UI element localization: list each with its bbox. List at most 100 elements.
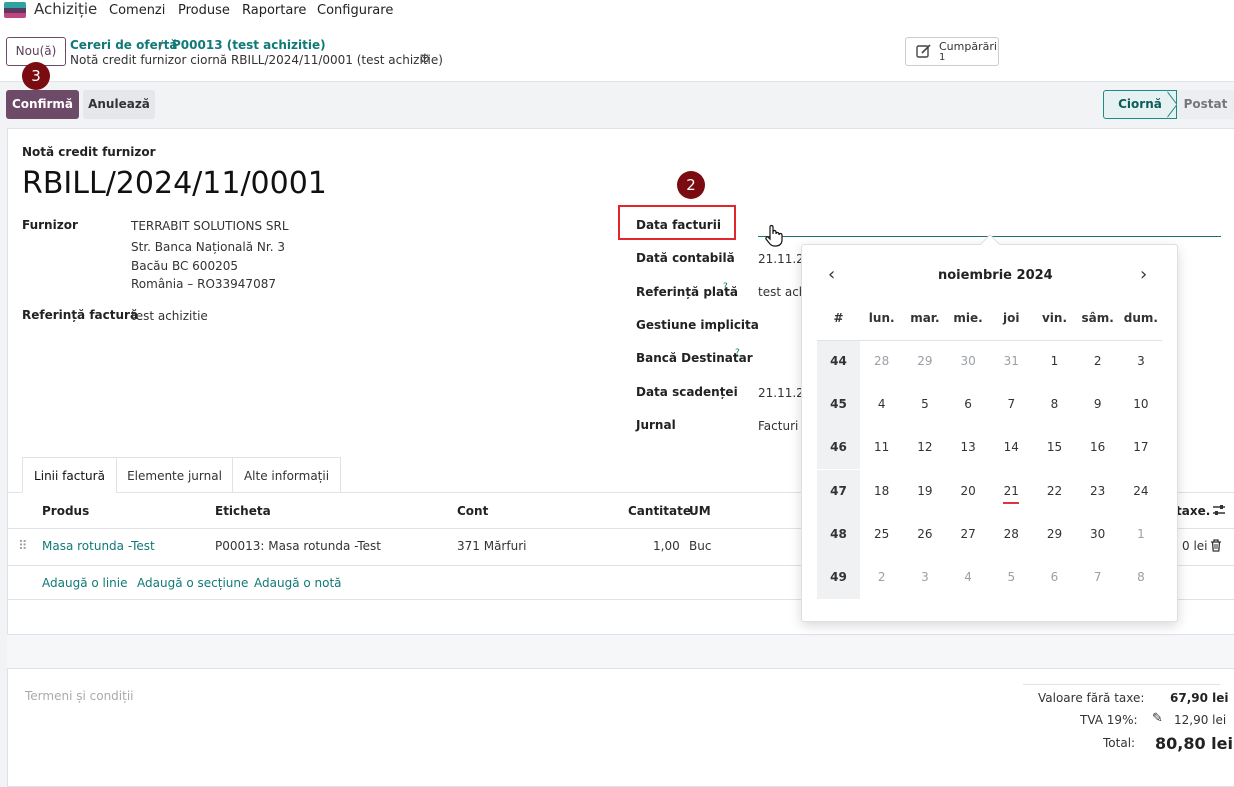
calendar-day[interactable]: 29 — [1033, 513, 1076, 556]
calendar-day[interactable]: 26 — [903, 513, 946, 556]
breadcrumb-order[interactable]: P00013 (test achizitie) — [172, 38, 326, 52]
calendar-day[interactable]: 11 — [860, 426, 903, 469]
datepicker-week-row: 44 28 29 30 31 1 2 3 — [817, 340, 1162, 383]
calendar-day[interactable]: 6 — [947, 383, 990, 426]
line-product[interactable]: Masa rotunda -Test — [42, 539, 155, 553]
confirm-button[interactable]: Confirmă — [6, 90, 79, 119]
calendar-day[interactable]: 9 — [1076, 383, 1119, 426]
calendar-day[interactable]: 5 — [990, 556, 1033, 599]
calendar-day[interactable]: 6 — [1033, 556, 1076, 599]
journal-label: Jurnal — [636, 418, 676, 432]
calendar-day[interactable]: 29 — [903, 340, 946, 383]
default-stock-label: Gestiune implicita — [636, 318, 759, 332]
calendar-day[interactable]: 17 — [1119, 426, 1162, 469]
today-marker — [1003, 502, 1019, 504]
vendor-name[interactable]: TERRABIT SOLUTIONS SRL — [131, 219, 289, 233]
datepicker-month[interactable]: noiembrie 2024 — [938, 268, 1053, 283]
purchases-count: 1 — [939, 52, 946, 63]
menu-produse[interactable]: Produse — [178, 3, 230, 18]
col-header-account[interactable]: Cont — [457, 504, 488, 518]
calendar-day[interactable]: 27 — [947, 513, 990, 556]
journal-value[interactable]: Facturi f — [758, 419, 806, 433]
line-account[interactable]: 371 Mărfuri — [457, 539, 526, 553]
calendar-day[interactable]: 30 — [947, 340, 990, 383]
cancel-button[interactable]: Anulează — [83, 90, 155, 119]
column-settings-icon[interactable] — [1212, 503, 1226, 517]
week-number: 47 — [817, 469, 860, 513]
calendar-day[interactable]: 3 — [903, 556, 946, 599]
invoice-ref-value[interactable]: test achizitie — [131, 309, 208, 323]
app-logo-icon[interactable] — [4, 2, 26, 18]
weekday-header: vin. — [1041, 311, 1068, 325]
menu-configurare[interactable]: Configurare — [317, 3, 393, 18]
trash-icon[interactable] — [1210, 539, 1222, 552]
app-name[interactable]: Achiziție — [34, 0, 97, 18]
chevron-right-icon[interactable]: › — [1140, 264, 1147, 285]
line-quantity[interactable]: 1,00 — [653, 539, 680, 553]
terms-conditions-field[interactable]: Termeni și condiții — [25, 689, 134, 703]
menu-raportare[interactable]: Raportare — [242, 3, 306, 18]
gear-icon[interactable]: ⚙ — [419, 52, 431, 67]
col-header-quantity[interactable]: Cantitate — [628, 504, 691, 518]
calendar-day[interactable]: 19 — [903, 470, 946, 513]
calendar-day[interactable]: 30 — [1076, 513, 1119, 556]
chevron-left-icon[interactable]: ‹ — [828, 264, 835, 285]
calendar-day[interactable]: 15 — [1033, 426, 1076, 469]
calendar-day[interactable]: 2 — [1076, 340, 1119, 383]
help-icon[interactable]: ? — [735, 348, 740, 358]
calendar-day[interactable]: 28 — [990, 513, 1033, 556]
purchases-smart-button[interactable]: Cumpărări 1 — [905, 37, 999, 66]
calendar-day[interactable]: 20 — [947, 470, 990, 513]
vendor-address-line: Str. Banca Națională Nr. 3 — [131, 240, 285, 254]
calendar-day[interactable]: 4 — [947, 556, 990, 599]
help-icon[interactable]: ? — [723, 282, 728, 292]
calendar-day[interactable]: 2 — [860, 556, 903, 599]
payment-ref-value[interactable]: test ach — [758, 285, 806, 299]
calendar-day[interactable]: 25 — [860, 513, 903, 556]
calendar-day[interactable]: 23 — [1076, 470, 1119, 513]
calendar-day[interactable]: 1 — [1119, 513, 1162, 556]
calendar-day[interactable]: 24 — [1119, 470, 1162, 513]
calendar-day[interactable]: 7 — [1076, 556, 1119, 599]
line-uom[interactable]: Buc — [689, 539, 711, 553]
col-header-label[interactable]: Eticheta — [215, 504, 271, 518]
line-label[interactable]: P00013: Masa rotunda -Test — [215, 539, 381, 553]
week-number: 46 — [817, 426, 860, 470]
add-section-link[interactable]: Adaugă o secțiune — [137, 576, 248, 590]
col-header-product[interactable]: Produs — [42, 504, 89, 518]
drag-handle-icon[interactable]: ⠿ — [18, 539, 27, 554]
col-header-uom[interactable]: UM — [689, 504, 711, 518]
calendar-day[interactable]: 21 — [990, 470, 1033, 513]
calendar-day[interactable]: 8 — [1119, 556, 1162, 599]
calendar-day[interactable]: 7 — [990, 383, 1033, 426]
weekday-header: dum. — [1123, 311, 1158, 325]
calendar-day[interactable]: 13 — [947, 426, 990, 469]
due-date-label: Data scadenței — [636, 385, 738, 399]
week-number: 45 — [817, 383, 860, 427]
menu-comenzi[interactable]: Comenzi — [109, 3, 165, 18]
calendar-day[interactable]: 8 — [1033, 383, 1076, 426]
calendar-day[interactable]: 4 — [860, 383, 903, 426]
highlight-box — [618, 205, 736, 240]
calendar-day[interactable]: 18 — [860, 470, 903, 513]
add-note-link[interactable]: Adaugă o notă — [254, 576, 342, 590]
tab-other-info[interactable]: Alte informații — [232, 457, 341, 493]
untaxed-value: 67,90 lei — [1170, 691, 1229, 705]
calendar-day[interactable]: 28 — [860, 340, 903, 383]
calendar-day[interactable]: 5 — [903, 383, 946, 426]
calendar-day[interactable]: 10 — [1119, 383, 1162, 426]
calendar-day[interactable]: 1 — [1033, 340, 1076, 383]
step-badge-2: 2 — [677, 171, 705, 199]
pencil-icon[interactable]: ✎ — [1152, 711, 1163, 726]
add-line-link[interactable]: Adaugă o linie — [42, 576, 128, 590]
calendar-day[interactable]: 22 — [1033, 470, 1076, 513]
calendar-day[interactable]: 12 — [903, 426, 946, 469]
col-header-taxes[interactable]: taxe. — [1176, 504, 1210, 518]
calendar-day[interactable]: 31 — [990, 340, 1033, 383]
stage-posted[interactable]: Postat — [1177, 90, 1234, 119]
calendar-day[interactable]: 16 — [1076, 426, 1119, 469]
tab-journal-items[interactable]: Elemente jurnal — [116, 457, 233, 493]
calendar-day[interactable]: 3 — [1119, 340, 1162, 383]
calendar-day[interactable]: 14 — [990, 426, 1033, 469]
tab-invoice-lines[interactable]: Linii factură — [22, 457, 117, 493]
